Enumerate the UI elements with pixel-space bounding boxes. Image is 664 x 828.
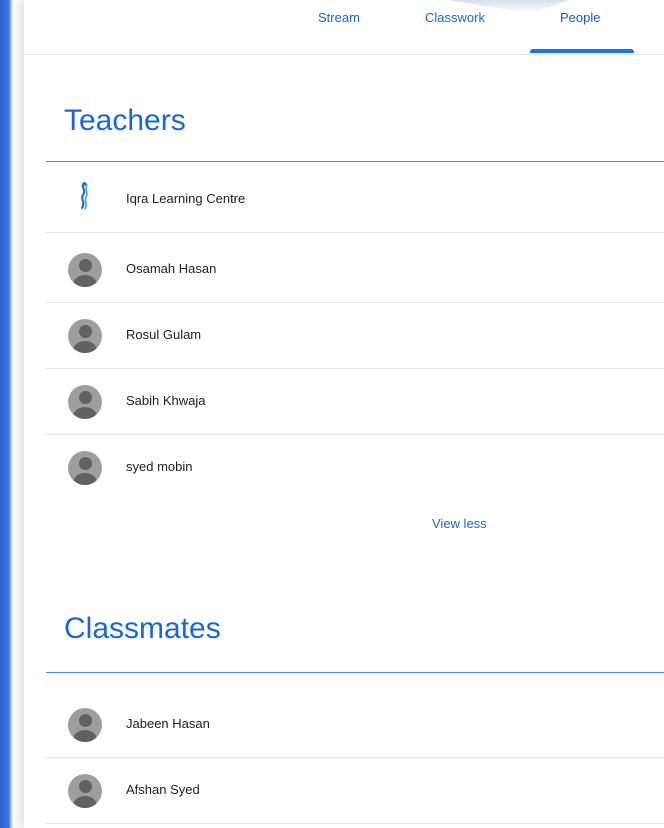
people-panel: Stream Classwork People Teachers Iqra Le…: [24, 0, 664, 828]
person-name: syed mobin: [126, 459, 193, 474]
iqra-logo-icon: [80, 181, 88, 210]
person-icon: [68, 774, 102, 808]
active-tab-indicator: [530, 49, 634, 53]
person-icon: [68, 319, 102, 353]
person-name: Afshan Syed: [126, 782, 200, 797]
classmates-divider: [46, 672, 664, 673]
classmates-heading: Classmates: [64, 612, 221, 645]
person-icon: [68, 451, 102, 485]
tab-bar: Stream Classwork People: [24, 0, 664, 55]
classmate-row[interactable]: Jabeen Hasan: [46, 691, 664, 758]
teachers-heading: Teachers: [64, 104, 186, 137]
tab-people[interactable]: People: [560, 10, 600, 25]
teacher-row[interactable]: Iqra Learning Centre: [46, 166, 664, 233]
person-icon: [68, 708, 102, 742]
person-name: Osamah Hasan: [126, 261, 217, 276]
person-name: Sabih Khwaja: [126, 393, 206, 408]
person-name: Rosul Gulam: [126, 327, 202, 342]
teacher-row[interactable]: Rosul Gulam: [46, 302, 664, 369]
tab-stream[interactable]: Stream: [318, 10, 360, 25]
view-less-link[interactable]: View less: [432, 516, 487, 531]
left-window-edge: [0, 0, 13, 828]
classmate-row[interactable]: Afshan Syed: [46, 757, 664, 824]
person-name: Jabeen Hasan: [126, 716, 210, 731]
person-icon: [68, 385, 102, 419]
person-icon: [68, 253, 102, 287]
person-name: Iqra Learning Centre: [126, 191, 246, 206]
teacher-row[interactable]: Osamah Hasan: [46, 236, 664, 303]
teacher-row[interactable]: syed mobin: [46, 434, 664, 500]
tab-classwork[interactable]: Classwork: [425, 10, 485, 25]
teacher-row[interactable]: Sabih Khwaja: [46, 368, 664, 435]
teachers-divider: [46, 161, 664, 162]
